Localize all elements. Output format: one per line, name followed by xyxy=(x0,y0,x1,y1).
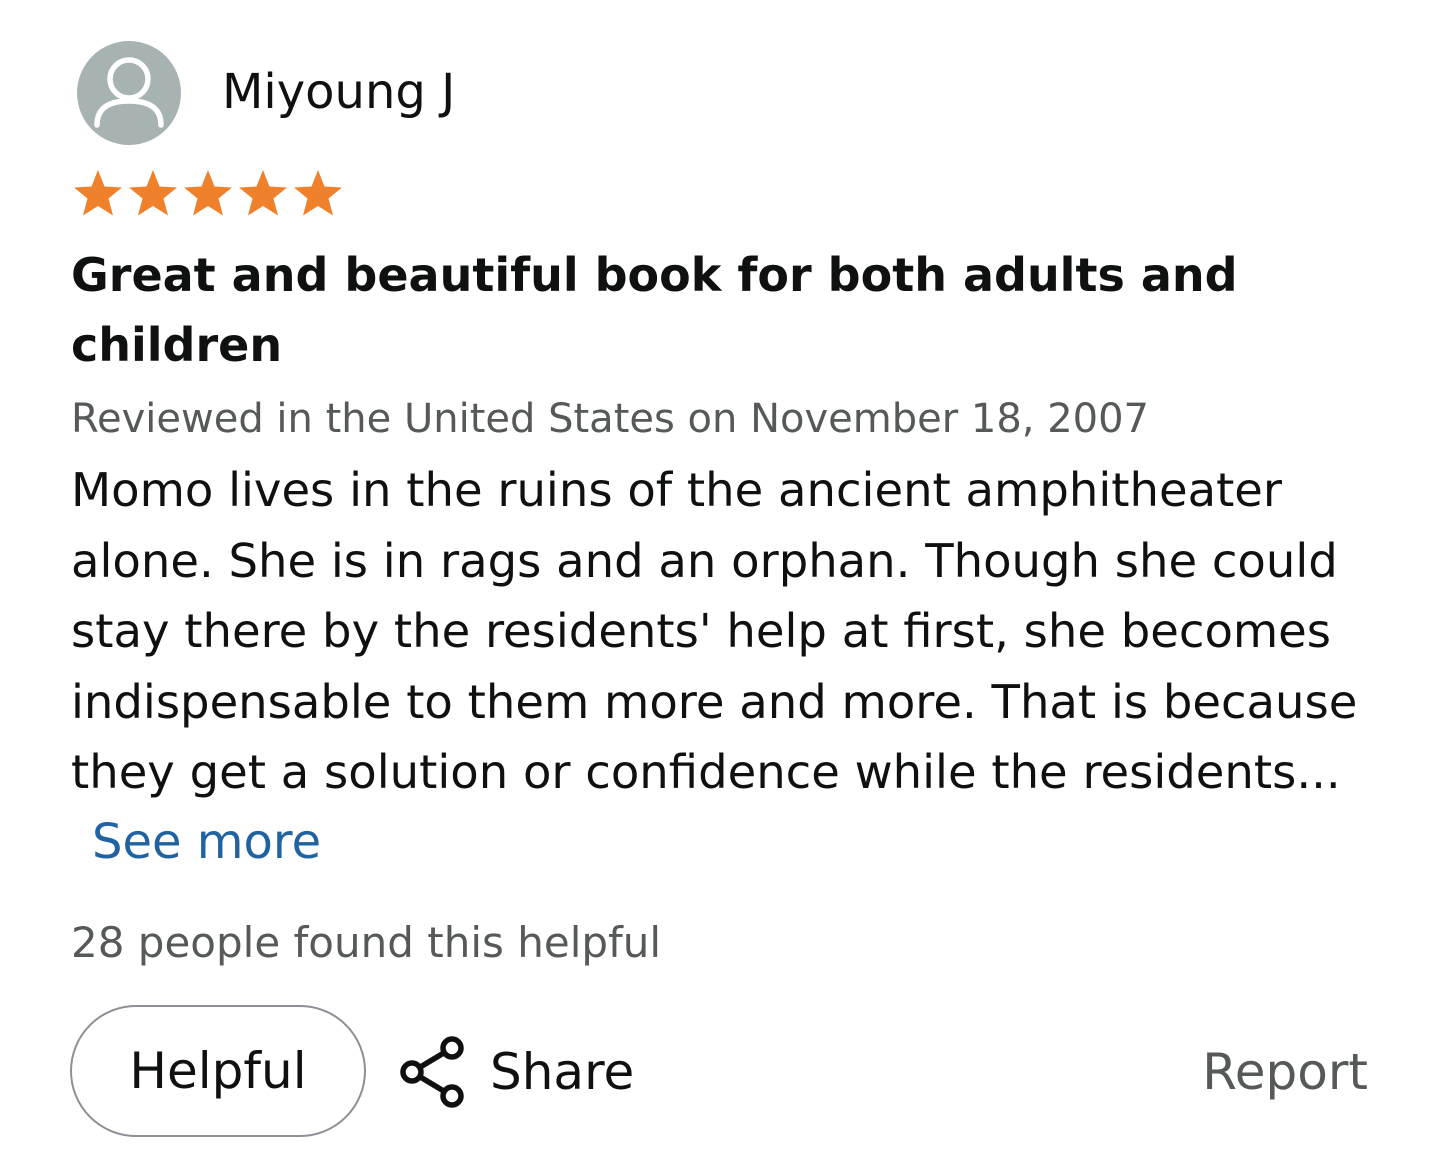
user-avatar-icon xyxy=(77,41,181,145)
star-icon xyxy=(235,166,291,222)
review-title: Great and beautiful book for both adults… xyxy=(71,248,1238,372)
star-icon xyxy=(125,166,181,222)
review-card: Miyoung J Great and beautiful book for b… xyxy=(0,0,1440,1171)
helpful-button[interactable]: Helpful xyxy=(70,1005,366,1137)
star-icon xyxy=(290,166,346,222)
star-icon xyxy=(180,166,236,222)
reviewer-name: Miyoung J xyxy=(222,64,456,120)
review-body: Momo lives in the ruins of the ancient a… xyxy=(71,463,1358,799)
share-icon xyxy=(396,1030,468,1114)
reviewer-avatar xyxy=(77,41,181,145)
helpful-count: 28 people found this helpful xyxy=(71,918,662,967)
report-link[interactable]: Report xyxy=(1202,1040,1368,1104)
see-more-link[interactable]: See more xyxy=(92,812,321,872)
share-label: Share xyxy=(490,1043,635,1101)
star-icon xyxy=(70,166,126,222)
share-button[interactable]: Share xyxy=(396,1030,634,1114)
review-date: Reviewed in the United States on Novembe… xyxy=(71,396,1150,442)
star-rating xyxy=(70,166,345,222)
